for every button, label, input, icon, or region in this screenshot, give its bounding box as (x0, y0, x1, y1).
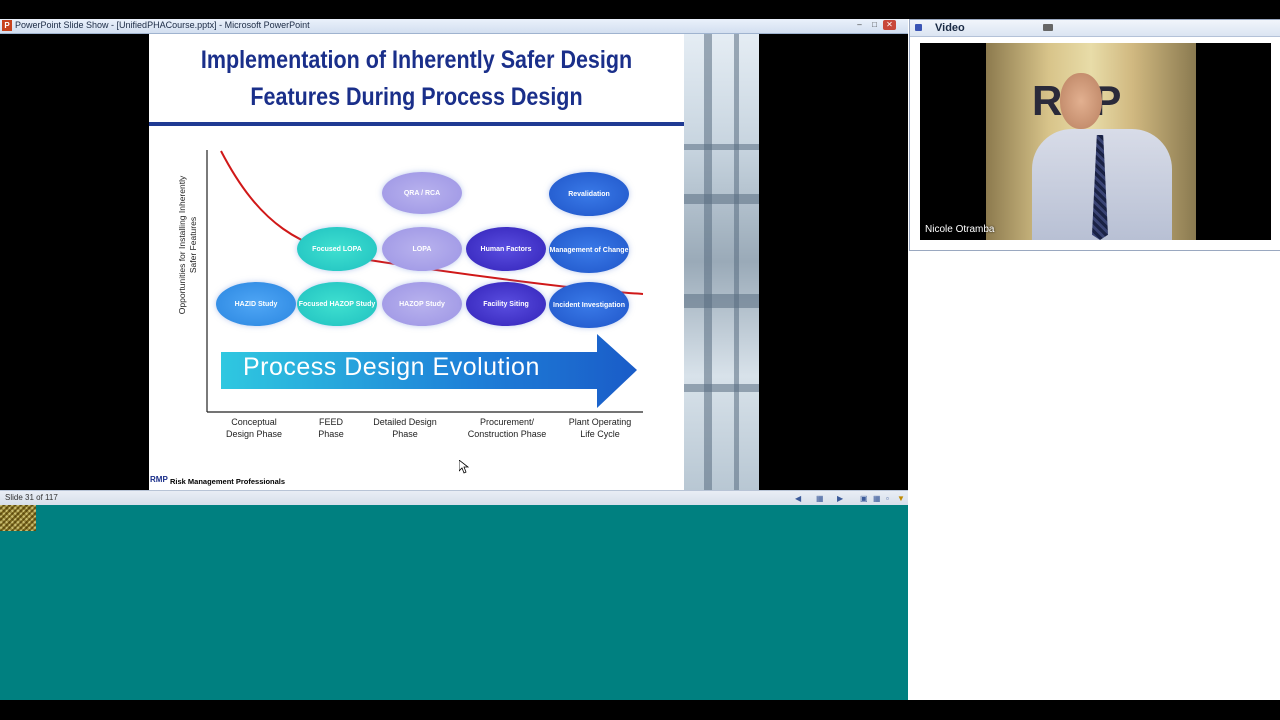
status-bar: Slide 31 of 117 ◀ ▦ ▶ ▣ ▦ ▫ ▼ (0, 490, 908, 506)
bubble-hazid-study: HAZID Study (216, 282, 296, 326)
slide-sorter-icon[interactable]: ▦ (873, 494, 881, 503)
bubble-focused-hazop: Focused HAZOP Study (297, 282, 377, 326)
video-panel[interactable]: Video RMP Nicole Otramba (909, 19, 1280, 251)
slide[interactable]: Implementation of Inherently Safer Desig… (149, 34, 759, 490)
footer-company-name: Risk Management Professionals (170, 477, 286, 486)
slide-menu-icon[interactable]: ▦ (816, 494, 824, 503)
bubble-incident-investigation: Incident Investigation (549, 282, 629, 328)
screen-top-bar (0, 0, 1280, 19)
rmp-logo: RMP (150, 475, 168, 484)
bubble-facility-siting: Facility Siting (466, 282, 546, 326)
reading-view-icon[interactable]: ▫ (886, 494, 889, 503)
mouse-cursor-icon (459, 460, 469, 474)
phase-label-detailed-design: Detailed Design Phase (373, 417, 437, 439)
presenter-name-tag: Nicole Otramba (925, 224, 995, 235)
close-button[interactable]: ✕ (883, 20, 896, 30)
previous-slide-icon[interactable]: ◀ (795, 494, 801, 503)
process-arrow-label: Process Design Evolution (243, 353, 540, 381)
phase-label-conceptual: Conceptual Design Phase (225, 417, 283, 439)
bubble-lopa: LOPA (382, 227, 462, 271)
y-axis-label: Opportunities for Installing Inherently … (177, 175, 198, 315)
phase-label-procurement: Procurement/Construction Phase (467, 417, 547, 439)
normal-view-icon[interactable]: ▣ (860, 494, 868, 503)
powerpoint-app-icon: P (2, 20, 12, 31)
bubble-hazop-study: HAZOP Study (382, 282, 462, 326)
next-slide-icon[interactable]: ▶ (837, 494, 843, 503)
video-panel-title: Video (935, 22, 965, 34)
window-title: PowerPoint Slide Show - [UnifiedPHACours… (15, 20, 310, 30)
desktop-tile-pattern (0, 505, 36, 531)
bubble-management-of-change: Management of Change (549, 227, 629, 273)
bubble-focused-lopa: Focused LOPA (297, 227, 377, 271)
bubble-human-factors: Human Factors (466, 227, 546, 271)
desktop-background (0, 505, 908, 700)
presenter-head (1060, 73, 1102, 129)
slideshow-view-icon[interactable]: ▼ (897, 494, 905, 503)
maximize-button[interactable]: □ (868, 20, 881, 30)
bubble-revalidation: Revalidation (549, 172, 629, 216)
bubble-qra: QRA / RCA (382, 172, 462, 214)
minimize-button[interactable]: – (853, 20, 866, 30)
webcam-video-feed: RMP Nicole Otramba (920, 43, 1271, 240)
slide-counter: Slide 31 of 117 (5, 493, 58, 502)
video-panel-titlebar[interactable]: Video (910, 20, 1280, 37)
industrial-photo-strip (684, 34, 759, 490)
camera-icon[interactable] (1043, 24, 1053, 31)
video-panel-menu-icon[interactable] (915, 24, 922, 31)
screen-bottom-bar (0, 700, 1280, 720)
phase-label-feed: FEED Phase (318, 417, 344, 439)
phase-label-plant-operating: Plant Operating Life Cycle (568, 417, 632, 439)
powerpoint-titlebar: P PowerPoint Slide Show - [UnifiedPHACou… (0, 19, 908, 34)
